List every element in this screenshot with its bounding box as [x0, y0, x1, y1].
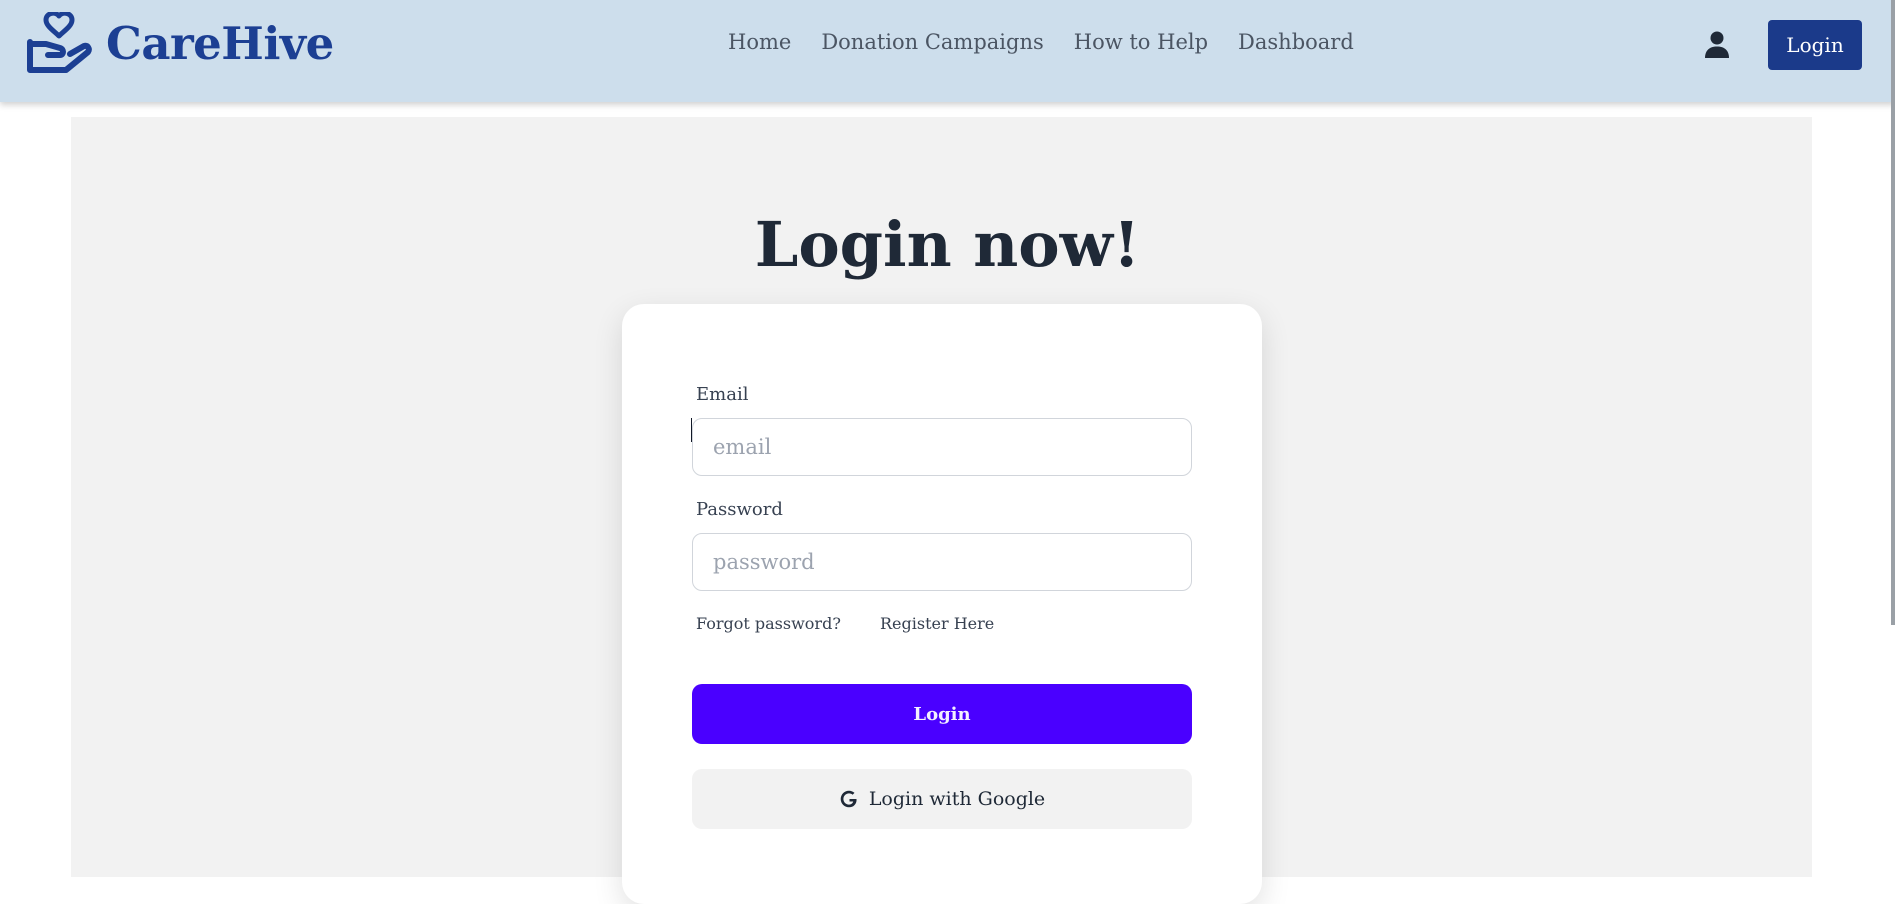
email-label: Email	[696, 384, 749, 405]
register-link[interactable]: Register Here	[880, 614, 994, 633]
login-submit-button[interactable]: Login	[692, 684, 1192, 744]
brand-name: CareHive	[106, 16, 334, 70]
password-label: Password	[696, 499, 783, 520]
text-caret	[691, 418, 692, 442]
nav-link-home[interactable]: Home	[728, 30, 791, 54]
password-field[interactable]	[692, 533, 1192, 591]
google-login-button[interactable]: Login with Google	[692, 769, 1192, 829]
user-icon[interactable]	[1704, 31, 1730, 59]
nav-login-button[interactable]: Login	[1768, 20, 1862, 70]
google-icon	[840, 790, 857, 808]
nav-link-donation-campaigns[interactable]: Donation Campaigns	[821, 30, 1043, 54]
nav-link-how-to-help[interactable]: How to Help	[1074, 30, 1208, 54]
heart-in-hand-icon	[27, 12, 92, 73]
page-title: Login now!	[754, 208, 1141, 281]
page-scrollbar[interactable]	[1891, 0, 1895, 625]
main-nav: Home Donation Campaigns How to Help Dash…	[728, 30, 1384, 54]
nav-link-dashboard[interactable]: Dashboard	[1238, 30, 1354, 54]
navbar: CareHive Home Donation Campaigns How to …	[0, 0, 1895, 102]
forgot-password-link[interactable]: Forgot password?	[696, 614, 841, 633]
brand-logo[interactable]: CareHive	[26, 12, 334, 74]
google-login-label: Login with Google	[868, 788, 1046, 810]
email-field[interactable]	[692, 418, 1192, 476]
login-card: Email Password Forgot password? Register…	[622, 304, 1262, 904]
